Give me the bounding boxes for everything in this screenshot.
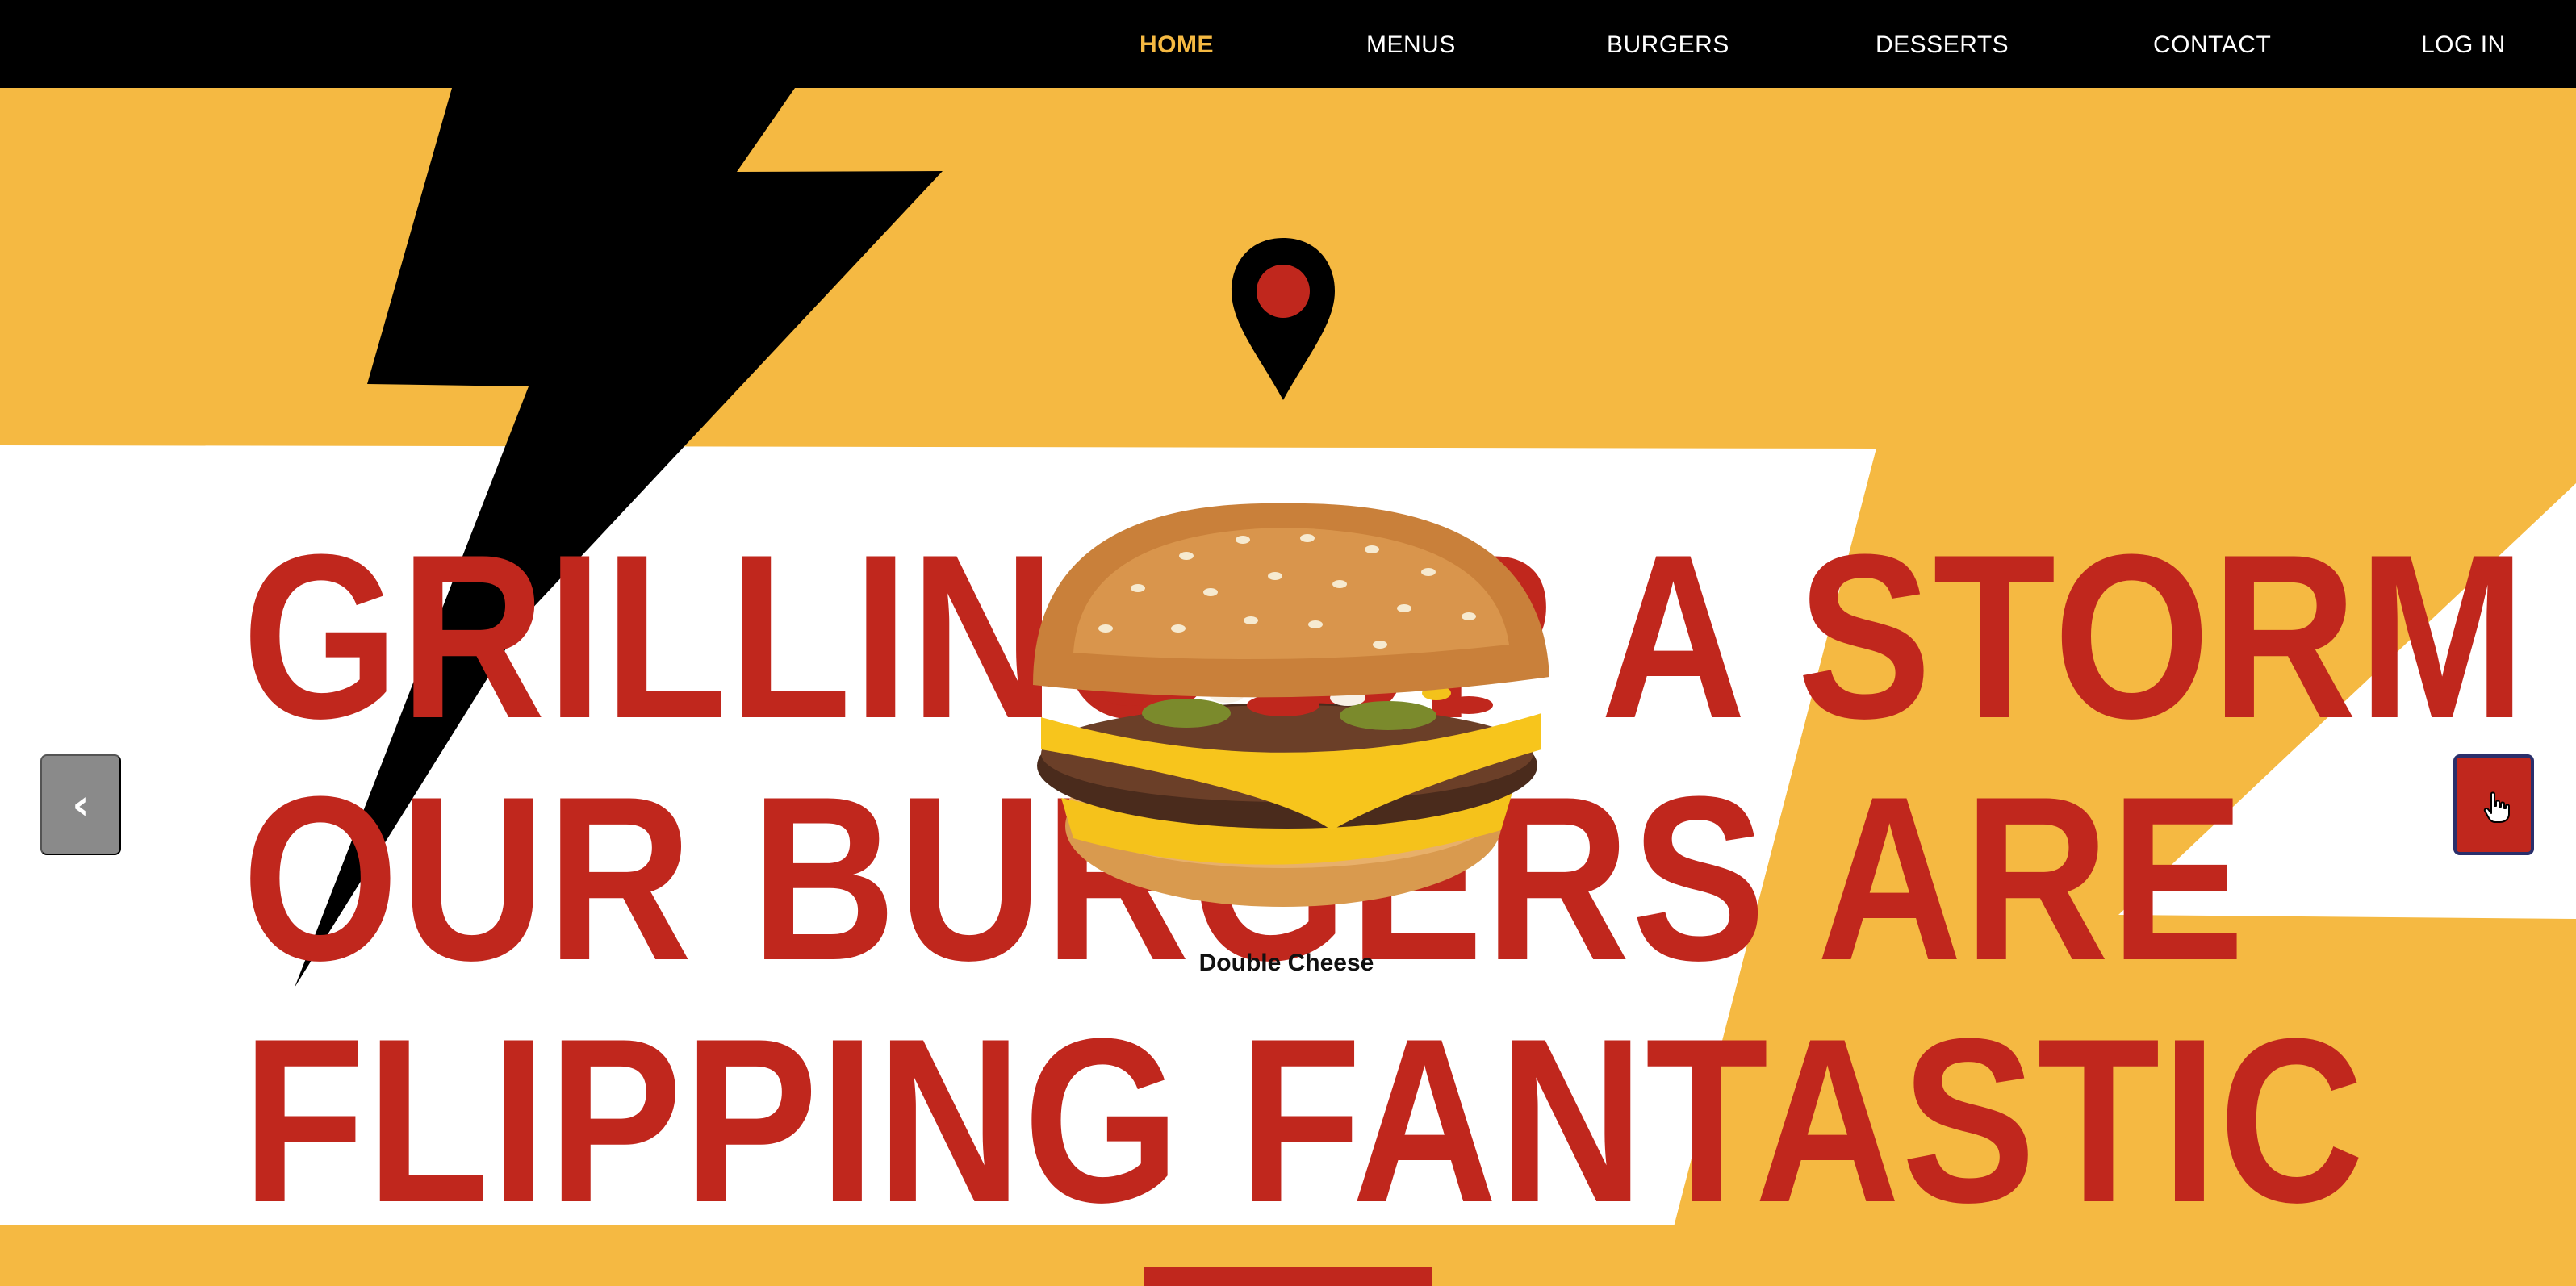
nav-link-contact[interactable]: CONTACT (2153, 0, 2271, 88)
map-pin-icon (1232, 238, 1335, 400)
nav-link-menus[interactable]: MENUS (1366, 0, 1456, 88)
nav-link-home[interactable]: HOME (1140, 0, 1214, 88)
nav-link-burgers[interactable]: BURGERS (1607, 0, 1729, 88)
chevron-left-icon: ‹ (72, 781, 90, 829)
bottom-tab (1144, 1267, 1432, 1286)
cheeseburger-image (1033, 503, 1549, 907)
carousel-prev-button[interactable]: ‹ (40, 754, 121, 855)
carousel-next-button[interactable] (2453, 754, 2534, 855)
headline-line-3: FLIPPING FANTASTIC (242, 990, 2366, 1251)
featured-item-caption: Double Cheese (1198, 950, 1374, 976)
pointer-hand-icon (2483, 791, 2510, 823)
nav-link-login[interactable]: LOG IN (2421, 0, 2506, 88)
top-navbar: HOME MENUS BURGERS DESSERTS CONTACT LOG … (0, 0, 2576, 88)
nav-link-desserts[interactable]: DESSERTS (1876, 0, 2009, 88)
hero-banner: GRILLING UP A STORM OUR BURGERS ARE FLIP… (0, 88, 2576, 1286)
